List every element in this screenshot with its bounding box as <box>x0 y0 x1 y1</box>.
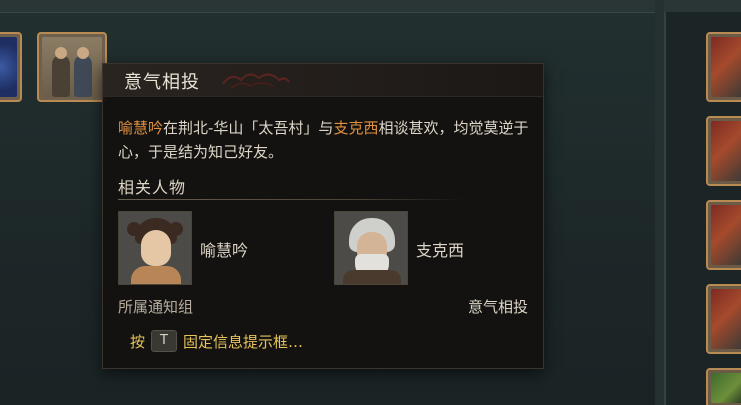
scenery-icon <box>711 373 741 403</box>
right-notification-slot[interactable] <box>706 284 741 354</box>
character-name: 喻慧吟 <box>200 241 249 260</box>
right-notification-slot[interactable] <box>706 200 741 270</box>
pin-tooltip-hint: 按 T 固定信息提示框… <box>130 330 303 352</box>
person-link-b[interactable]: 支克西 <box>333 119 378 137</box>
key-t-icon: T <box>151 330 178 352</box>
event-icon <box>711 289 741 349</box>
event-icon <box>711 121 741 181</box>
tooltip-description: 喻慧吟在荆北-华山「太吾村」与支克西相谈甚欢，均觉莫逆于心，于是结为知己好友。 <box>118 116 538 164</box>
info-tooltip: 意气相投 喻慧吟在荆北-华山「太吾村」与支克西相谈甚欢，均觉莫逆于心，于是结为知… <box>102 63 544 369</box>
right-panel-header <box>664 0 741 12</box>
body <box>131 266 181 284</box>
right-notification-slot[interactable] <box>706 116 741 186</box>
notification-type-label: 意气相投 <box>467 298 528 316</box>
figure-left-head <box>55 47 67 59</box>
right-notification-slot[interactable] <box>706 32 741 102</box>
person-link-a[interactable]: 喻慧吟 <box>118 119 163 137</box>
hint-prefix: 按 <box>130 332 146 351</box>
tooltip-header: 意气相投 <box>103 64 543 97</box>
character-name: 支克西 <box>416 241 465 260</box>
related-characters-heading: 相关人物 <box>118 178 187 197</box>
character-portrait[interactable] <box>334 211 408 285</box>
panel-divider <box>655 0 664 405</box>
body <box>343 270 401 284</box>
event-icon <box>711 205 741 265</box>
notification-slot-greeting[interactable] <box>37 32 107 102</box>
notification-slot-star-map[interactable] <box>0 32 22 102</box>
star-map-icon <box>0 37 17 97</box>
cloud-ornament-icon <box>222 73 290 89</box>
figure-right <box>74 55 92 97</box>
notification-group-label: 所属通知组 <box>118 298 194 316</box>
event-icon <box>711 37 741 97</box>
top-bar <box>0 0 655 13</box>
description-text-1: 在荆北-华山「太吾村」与 <box>163 119 334 137</box>
figure-right-head <box>77 47 89 59</box>
game-screen: 意气相投 喻慧吟在荆北-华山「太吾村」与支克西相谈甚欢，均觉莫逆于心，于是结为知… <box>0 0 741 405</box>
figure-left <box>52 55 70 97</box>
greeting-figures-icon <box>42 37 102 97</box>
section-divider <box>118 199 464 200</box>
tooltip-title: 意气相投 <box>124 72 200 93</box>
hint-suffix: 固定信息提示框… <box>183 332 304 351</box>
right-notification-slot[interactable] <box>706 368 741 405</box>
character-portrait[interactable] <box>118 211 192 285</box>
face <box>141 230 171 266</box>
